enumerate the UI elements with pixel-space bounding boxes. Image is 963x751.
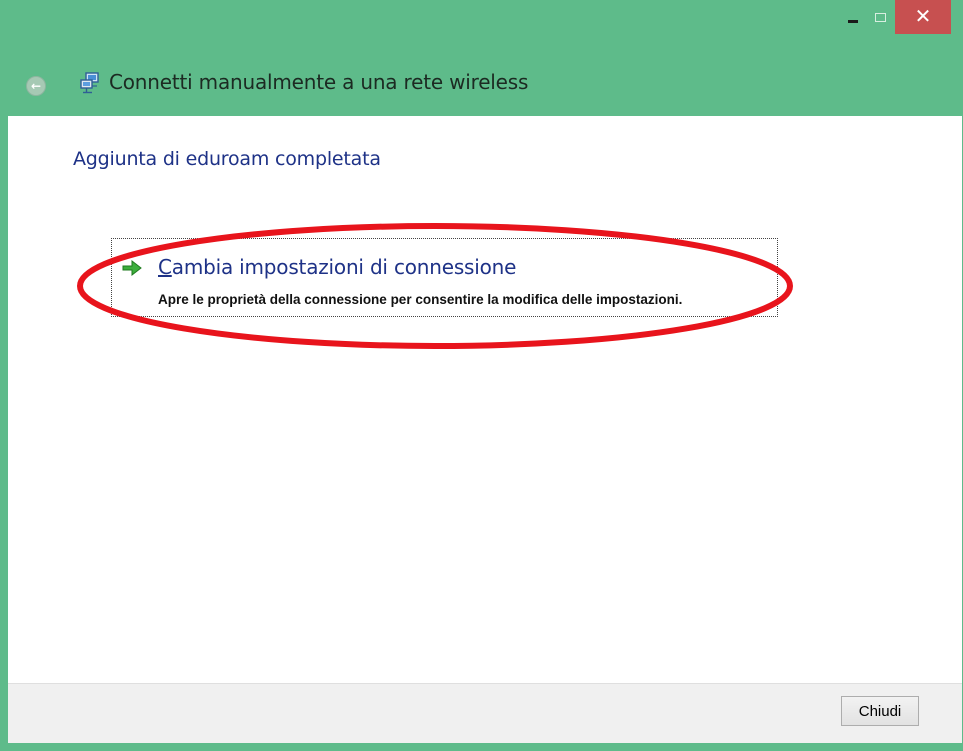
option-title-accelerator: C bbox=[158, 255, 172, 279]
minimize-button[interactable] bbox=[839, 0, 867, 34]
close-button[interactable]: Chiudi bbox=[841, 696, 919, 726]
dialog-window: ✕ ← Connetti manualmente a una rete wire… bbox=[0, 0, 963, 751]
dialog-footer: Chiudi bbox=[8, 683, 962, 743]
back-button[interactable]: ← bbox=[26, 76, 46, 96]
maximize-button[interactable] bbox=[867, 0, 895, 34]
close-window-button[interactable]: ✕ bbox=[895, 0, 951, 34]
change-connection-settings-link[interactable]: Cambia impostazioni di connessione Apre … bbox=[111, 238, 778, 317]
minimize-icon bbox=[848, 20, 858, 23]
network-icon bbox=[80, 72, 99, 94]
option-description: Apre le proprietà della connessione per … bbox=[158, 292, 683, 307]
close-icon: ✕ bbox=[914, 4, 932, 28]
option-title: Cambia impostazioni di connessione bbox=[158, 255, 516, 279]
navigation-bar: ← Connetti manualmente a una rete wirele… bbox=[0, 58, 963, 106]
page-heading: Aggiunta di eduroam completata bbox=[73, 148, 381, 170]
back-arrow-icon: ← bbox=[31, 79, 42, 93]
caption-buttons: ✕ bbox=[839, 0, 951, 36]
maximize-icon bbox=[875, 13, 886, 22]
option-title-rest: ambia impostazioni di connessione bbox=[171, 255, 517, 279]
window-title: Connetti manualmente a una rete wireless bbox=[109, 70, 529, 94]
title-bar[interactable]: ✕ bbox=[0, 0, 963, 46]
green-arrow-icon bbox=[122, 259, 142, 277]
content-area: Aggiunta di eduroam completata Cambia im… bbox=[8, 116, 962, 683]
